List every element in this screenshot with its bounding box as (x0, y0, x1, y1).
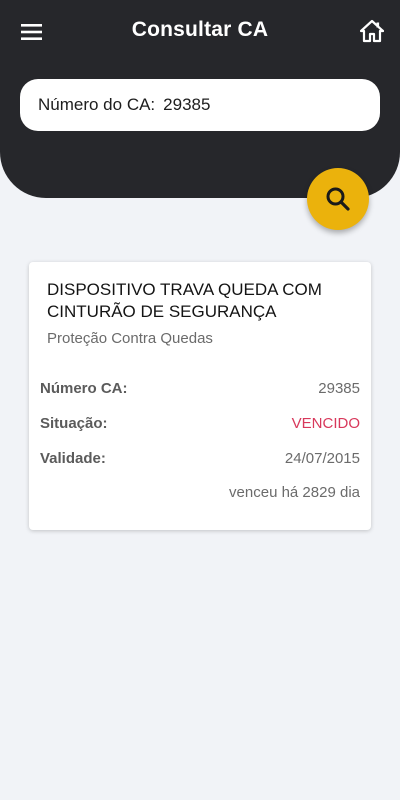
status-row: Situação: VENCIDO (40, 415, 360, 432)
ca-number-label: Número do CA: (38, 95, 156, 114)
page-title: Consultar CA (131, 18, 269, 41)
ca-number-row: Número CA: 29385 (40, 380, 360, 397)
validity-row: Validade: 24/07/2015 (40, 450, 360, 467)
equipment-category: Proteção Contra Quedas (47, 330, 213, 347)
search-button[interactable] (307, 168, 369, 230)
search-icon (326, 187, 350, 211)
equipment-title: DISPOSITIVO TRAVA QUEDA COM CINTURÃO DE … (47, 280, 322, 321)
status-badge: VENCIDO (291, 415, 360, 432)
ca-number-input-value: 29385 (163, 95, 211, 114)
ca-number-row-label: Número CA: (40, 380, 128, 397)
validity-label: Validade: (40, 450, 106, 467)
status-label: Situação: (40, 415, 108, 432)
result-card[interactable]: DISPOSITIVO TRAVA QUEDA COM CINTURÃO DE … (29, 262, 371, 530)
home-icon (360, 19, 384, 43)
ca-number-row-value: 29385 (318, 380, 360, 397)
ca-number-field[interactable]: Número do CA: 29385 (20, 79, 380, 131)
home-button[interactable] (360, 19, 384, 43)
app-screen: Consultar CA Número do CA: 29385 DISPOSI… (0, 0, 400, 800)
expiration-note: venceu há 2829 dia (229, 484, 360, 501)
validity-date: 24/07/2015 (284, 450, 360, 467)
